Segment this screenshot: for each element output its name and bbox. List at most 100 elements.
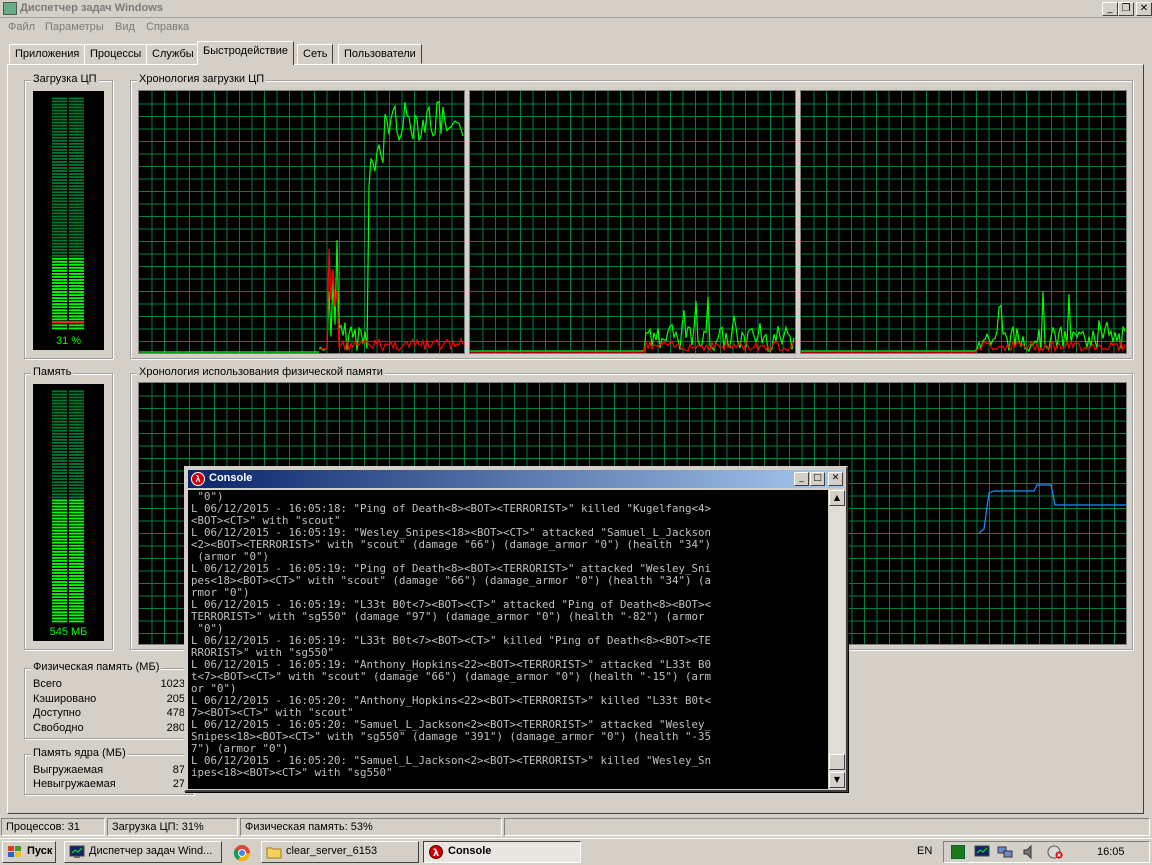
tab-applications[interactable]: Приложения [9, 44, 86, 64]
start-button[interactable]: Пуск [2, 841, 56, 863]
cpu-meter-segment [69, 118, 84, 121]
menu-file[interactable]: Файл [8, 21, 35, 33]
cpu-meter-segment [52, 209, 67, 212]
cpu-meter-segment [69, 282, 84, 284]
console-close-button[interactable]: ✕ [828, 472, 843, 486]
memory-meter-segment [69, 405, 84, 408]
green-app-icon[interactable] [951, 845, 965, 859]
tab-users[interactable]: Пользователи [338, 44, 422, 64]
cpu-meter-segment [69, 279, 84, 281]
memory-meter-segment [52, 429, 67, 432]
menu-help[interactable]: Справка [146, 21, 189, 33]
taskbar-item-clear-server[interactable]: clear_server_6153 [261, 841, 419, 863]
scroll-thumb[interactable] [829, 754, 845, 770]
memory-usage-value: 545 МБ [49, 626, 88, 638]
memory-meter-segment [69, 390, 84, 393]
console-output[interactable]: "0") L 06/12/2015 - 16:05:18: "Ping of D… [188, 490, 828, 789]
memory-meter-segment [52, 466, 67, 468]
cpu-meter-segment [69, 97, 84, 100]
cpu-meter-segment [52, 273, 67, 275]
svg-text:λ: λ [433, 848, 440, 859]
memory-meter-segment [52, 390, 67, 393]
pm-available-label: Доступно [33, 707, 82, 719]
memory-meter-segment [69, 611, 84, 614]
cpu-meter-segment [52, 136, 67, 139]
tab-processes[interactable]: Процессы [84, 44, 148, 64]
security-warning-icon[interactable] [1047, 845, 1063, 859]
memory-meter-segment [52, 517, 67, 520]
scroll-up-arrow[interactable]: ▲ [829, 490, 845, 506]
memory-group: Память 545 МБ [24, 366, 113, 650]
cpu-meter-segment [69, 303, 84, 306]
memory-meter-segment [69, 447, 84, 450]
network-icon[interactable] [997, 845, 1013, 859]
memory-meter-segment [52, 590, 67, 593]
memory-meter-segment [52, 569, 67, 571]
restore-button[interactable]: ❐ [1118, 2, 1134, 16]
cpu-meter-segment [69, 136, 84, 139]
cpu-meter-segment [69, 112, 84, 115]
console-scrollbar[interactable]: ▲ ▼ [829, 490, 845, 789]
cpu-meter-segment [69, 173, 84, 175]
memory-meter-segment [52, 441, 67, 444]
console-title-bar[interactable]: λ Console _ □ ✕ [188, 470, 844, 488]
memory-meter-bar [52, 390, 84, 623]
memory-meter-segment [52, 547, 67, 550]
window-title: Диспетчер задач Windows [20, 2, 163, 14]
cpu-meter-segment [52, 285, 67, 287]
console-minimize-button[interactable]: _ [794, 472, 809, 486]
language-indicator[interactable]: EN [917, 845, 932, 857]
graph-grid [470, 91, 795, 353]
scroll-down-arrow[interactable]: ▼ [829, 772, 845, 788]
memory-meter-segment [52, 414, 67, 417]
chrome-icon[interactable] [233, 844, 251, 862]
minimize-button[interactable]: _ [1102, 2, 1118, 16]
memory-meter-segment [69, 599, 84, 602]
close-button[interactable]: ✕ [1136, 2, 1152, 16]
memory-meter-segment [52, 405, 67, 408]
clock[interactable]: 16:05 [1097, 846, 1125, 858]
windows-logo-icon [7, 845, 23, 859]
taskbar-item-task-manager[interactable]: Диспетчер задач Wind... [64, 841, 222, 863]
cpu-meter-segment [52, 242, 67, 245]
cpu-meter-segment [69, 309, 84, 312]
memory-meter-segment [69, 508, 84, 511]
cpu-meter-segment [69, 291, 84, 293]
memory-meter-segment [69, 472, 84, 475]
memory-meter-segment [69, 538, 84, 541]
cpu-meter-segment [69, 260, 84, 263]
memory-meter-segment [52, 556, 67, 559]
memory-meter-segment [69, 469, 84, 472]
tab-performance[interactable]: Быстродействие [197, 41, 294, 65]
memory-meter-segment [69, 432, 84, 435]
console-maximize-button[interactable]: □ [810, 472, 825, 486]
memory-meter-segment [69, 451, 84, 453]
cpu-meter-segment [52, 248, 67, 251]
taskbar-item-console[interactable]: λ Console [423, 841, 581, 863]
cpu-meter-segment [52, 327, 67, 330]
task-manager-icon [3, 2, 17, 15]
console-window[interactable]: λ Console _ □ ✕ "0") L 06/12/2015 - 16:0… [184, 466, 848, 792]
memory-meter-segment [52, 593, 67, 596]
memory-history-label: Хронология использования физической памя… [137, 366, 385, 378]
tab-services[interactable]: Службы [146, 44, 200, 64]
cpu-meter-segment [69, 154, 84, 157]
memory-meter-segment [52, 487, 67, 490]
cpu-meter-segment [52, 312, 67, 315]
monitor-icon[interactable] [974, 845, 990, 859]
cpu-meter-segment [52, 263, 67, 266]
memory-meter-segment [52, 514, 67, 517]
memory-meter-segment [52, 553, 67, 556]
memory-meter-segment [69, 617, 84, 620]
menu-view[interactable]: Вид [115, 21, 135, 33]
system-tray: 16:05 [943, 841, 1150, 863]
speaker-icon[interactable] [1022, 844, 1038, 860]
cpu-meter-segment [69, 218, 84, 221]
memory-meter-segment [69, 411, 84, 414]
menu-params[interactable]: Параметры [45, 21, 104, 33]
cpu-meter-segment [52, 154, 67, 157]
tab-network[interactable]: Сеть [297, 44, 334, 64]
cpu-meter-segment [69, 103, 84, 106]
monitor-icon [69, 845, 85, 859]
cpu-meter-segment [52, 294, 67, 297]
